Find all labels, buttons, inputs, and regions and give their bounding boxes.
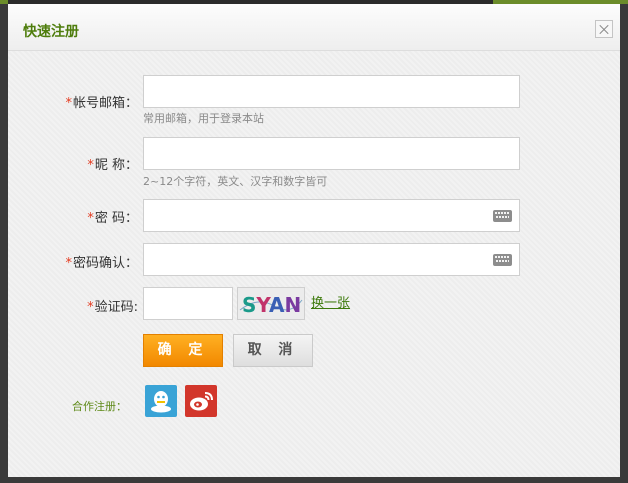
weibo-icon[interactable] <box>185 385 217 417</box>
captcha-label-text: 验证码: <box>94 300 138 315</box>
required-mark: * <box>65 256 72 271</box>
partner-register-label: 合作注册： <box>72 400 127 413</box>
captcha-text: SYAN <box>242 293 301 317</box>
keyboard-icon[interactable] <box>493 210 512 222</box>
captcha-input[interactable] <box>143 287 233 320</box>
dialog-title: 快速注册 <box>23 24 79 40</box>
nickname-label: *昵 称： <box>28 154 138 173</box>
required-mark: * <box>87 158 94 173</box>
password-input[interactable] <box>143 199 520 232</box>
background-accent-left <box>0 0 8 4</box>
password-confirm-label-text: 密码确认： <box>72 256 138 271</box>
captcha-image[interactable]: SYAN <box>237 287 305 320</box>
password-label-text: 密 码： <box>94 211 138 226</box>
refresh-captcha-link[interactable]: 换一张 <box>311 292 350 311</box>
password-confirm-label: *密码确认： <box>28 252 138 271</box>
confirm-button[interactable]: 确 定 <box>143 334 223 367</box>
register-dialog: 快速注册 *帐号邮箱： 常用邮箱，用于登录本站 *昵 称： 2~12个字符，英文… <box>8 4 620 477</box>
nickname-label-text: 昵 称： <box>94 158 138 173</box>
cancel-button[interactable]: 取 消 <box>233 334 313 367</box>
keyboard-icon[interactable] <box>493 254 512 266</box>
qq-icon[interactable] <box>145 385 177 417</box>
account-label-text: 帐号邮箱： <box>72 96 138 111</box>
nickname-hint: 2~12个字符，英文、汉字和数字皆可 <box>143 175 328 188</box>
account-email-input[interactable] <box>143 75 520 108</box>
password-label: *密 码： <box>28 207 138 226</box>
required-mark: * <box>65 96 72 111</box>
dialog-header: 快速注册 <box>8 4 620 51</box>
password-confirm-input[interactable] <box>143 243 520 276</box>
required-mark: * <box>87 300 94 315</box>
close-icon[interactable] <box>595 20 613 38</box>
account-hint: 常用邮箱，用于登录本站 <box>143 112 264 125</box>
captcha-label: *验证码: <box>28 296 138 315</box>
account-label: *帐号邮箱： <box>28 92 138 111</box>
nickname-input[interactable] <box>143 137 520 170</box>
captcha-graphic: SYAN <box>238 288 304 319</box>
required-mark: * <box>87 211 94 226</box>
